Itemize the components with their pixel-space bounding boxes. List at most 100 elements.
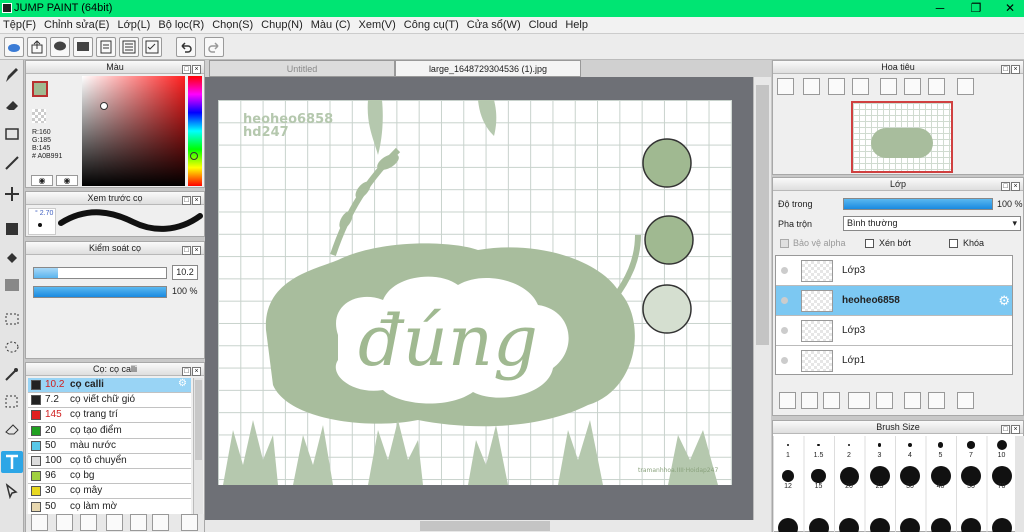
checklist-button[interactable] (142, 37, 162, 57)
brush-folder-button[interactable] (130, 514, 147, 531)
fill-rect-tool[interactable] (1, 218, 23, 240)
new-brush-button[interactable] (56, 514, 73, 531)
brush-size-cell[interactable]: 4 (895, 436, 925, 462)
close-button[interactable]: ✕ (1000, 1, 1020, 16)
protect-alpha-checkbox[interactable] (780, 239, 789, 248)
eraser-tool[interactable] (1, 94, 23, 116)
panel-buttons[interactable]: □ × (999, 179, 1021, 191)
blend-mode-select[interactable]: Bình thường ▾ (843, 216, 1021, 231)
visibility-icon[interactable] (781, 297, 788, 304)
brush-size-cell[interactable]: 7 (956, 436, 986, 462)
close-icon[interactable]: × (192, 246, 201, 255)
menu-layer[interactable]: Lớp(L) (114, 17, 155, 31)
menu-window[interactable]: Cửa sổ(W) (464, 17, 526, 31)
brush-size-cell[interactable]: 20 (834, 466, 864, 493)
panel-buttons[interactable]: □ × (180, 243, 202, 255)
float-icon[interactable]: □ (182, 367, 191, 376)
menu-help[interactable]: Help (562, 17, 593, 31)
navigator-thumbnail[interactable] (851, 101, 953, 173)
close-icon[interactable]: × (1011, 425, 1020, 434)
brush-copy-button[interactable] (152, 514, 169, 531)
brush-size-slider[interactable] (33, 267, 167, 279)
brush-size-cell[interactable]: 70 (987, 466, 1017, 493)
panel-buttons[interactable]: □ × (180, 364, 202, 376)
color-swap-button[interactable]: ◉ (56, 175, 78, 186)
rotate-left-button[interactable] (880, 78, 897, 95)
gear-icon[interactable]: ⚙ (998, 293, 1010, 309)
brush-size-cell[interactable]: 1 (773, 436, 803, 462)
lasso-tool[interactable] (1, 336, 23, 358)
minimize-button[interactable]: ─ (930, 1, 950, 16)
brush-size-input[interactable]: 10.2 (172, 265, 198, 280)
flip-button[interactable] (957, 78, 974, 95)
move-tool[interactable] (1, 183, 23, 205)
menu-select[interactable]: Chọn(S) (209, 17, 258, 31)
layer-row[interactable]: Lớp1 (776, 346, 1012, 374)
menu-cloud[interactable]: Cloud (526, 17, 563, 31)
select-rect-tool[interactable] (1, 308, 23, 330)
horizontal-scroll-thumb[interactable] (420, 521, 550, 531)
brush-size-cell[interactable]: 12 (773, 467, 803, 493)
select-eraser-tool[interactable] (1, 418, 23, 440)
menu-tools[interactable]: Công cụ(T) (401, 17, 464, 31)
lock-checkbox[interactable] (949, 239, 958, 248)
brush-delete-button[interactable] (181, 514, 198, 531)
float-icon[interactable]: □ (1001, 182, 1010, 191)
brush-size-dot[interactable] (961, 518, 981, 532)
brush-size-cell[interactable]: 5 (926, 436, 956, 462)
brush-list-item[interactable]: 10.2 cọ calli ⚙ (28, 378, 191, 393)
brush-size-dot[interactable] (930, 518, 951, 532)
reset-view-button[interactable] (904, 78, 921, 95)
float-icon[interactable]: □ (1001, 65, 1010, 74)
vertical-scroll-thumb[interactable] (756, 85, 769, 345)
new-layer-button[interactable] (779, 392, 796, 409)
new-halftone-layer-button[interactable] (823, 392, 840, 409)
gear-icon[interactable]: ⚙ (178, 378, 187, 389)
undo-button[interactable] (176, 37, 196, 57)
brush-size-dot[interactable] (808, 518, 829, 532)
artwork-canvas[interactable]: đúng heoheo6858 hd247 tramanhhoa.IIII·Ho… (218, 100, 732, 485)
rectangle-tool[interactable] (1, 123, 23, 145)
panel-buttons[interactable]: □ × (180, 193, 202, 205)
zoom-plus-button[interactable] (803, 78, 820, 95)
maximize-button[interactable]: ❐ (966, 1, 986, 16)
brush-size-dot[interactable] (991, 518, 1012, 532)
brush-list-item[interactable]: 20 cọ tạo điểm (28, 423, 191, 439)
float-icon[interactable]: □ (182, 65, 191, 74)
close-icon[interactable]: × (1011, 65, 1020, 74)
gradient-tool[interactable] (1, 274, 23, 296)
close-icon[interactable]: × (1011, 182, 1020, 191)
transparent-color[interactable] (32, 109, 46, 123)
menu-edit[interactable]: Chỉnh sửa(E) (41, 17, 114, 31)
comment-button[interactable] (50, 37, 70, 57)
brush-size-dot[interactable] (778, 518, 798, 532)
brush-size-dot[interactable] (900, 518, 920, 532)
brush-size-cell[interactable]: 40 (926, 466, 956, 493)
menu-view[interactable]: Xem(V) (355, 17, 400, 31)
note-button[interactable] (73, 37, 93, 57)
hue-cursor[interactable] (190, 152, 198, 160)
menu-filter[interactable]: Bộ lọc(R) (155, 17, 209, 31)
brush-list-item[interactable]: 50 cọ làm mờ (28, 499, 191, 514)
float-icon[interactable]: □ (182, 196, 191, 205)
fit-view-button[interactable] (828, 78, 845, 95)
brush-size-dot[interactable] (869, 518, 890, 532)
duplicate-layer-button[interactable] (904, 392, 921, 409)
brush-list-item[interactable]: 145 cọ trang trí (28, 408, 191, 424)
share-button[interactable] (27, 37, 47, 57)
select-pen-tool[interactable] (1, 391, 23, 413)
brush-list-scroll-thumb[interactable] (195, 380, 202, 460)
brush-size-cell[interactable]: 30 (895, 466, 925, 493)
brush-size-scrollbar[interactable] (1015, 436, 1024, 532)
canvas-horizontal-scrollbar[interactable] (205, 520, 771, 532)
layer-row[interactable]: heoheo6858 ⚙ (776, 286, 1012, 316)
delete-layer-button[interactable] (957, 392, 974, 409)
float-icon[interactable]: □ (182, 246, 191, 255)
brush-size-cell[interactable]: 3 (865, 436, 895, 462)
brush-settings-button[interactable] (31, 514, 48, 531)
brush-list-item[interactable]: 96 cọ bg (28, 469, 191, 485)
tab-large-image[interactable]: large_1648729304536 (1).jpg (395, 60, 581, 77)
layer-folder-button[interactable] (876, 392, 893, 409)
brush-import-button[interactable] (106, 514, 123, 531)
layer-opacity-slider[interactable] (843, 198, 993, 210)
